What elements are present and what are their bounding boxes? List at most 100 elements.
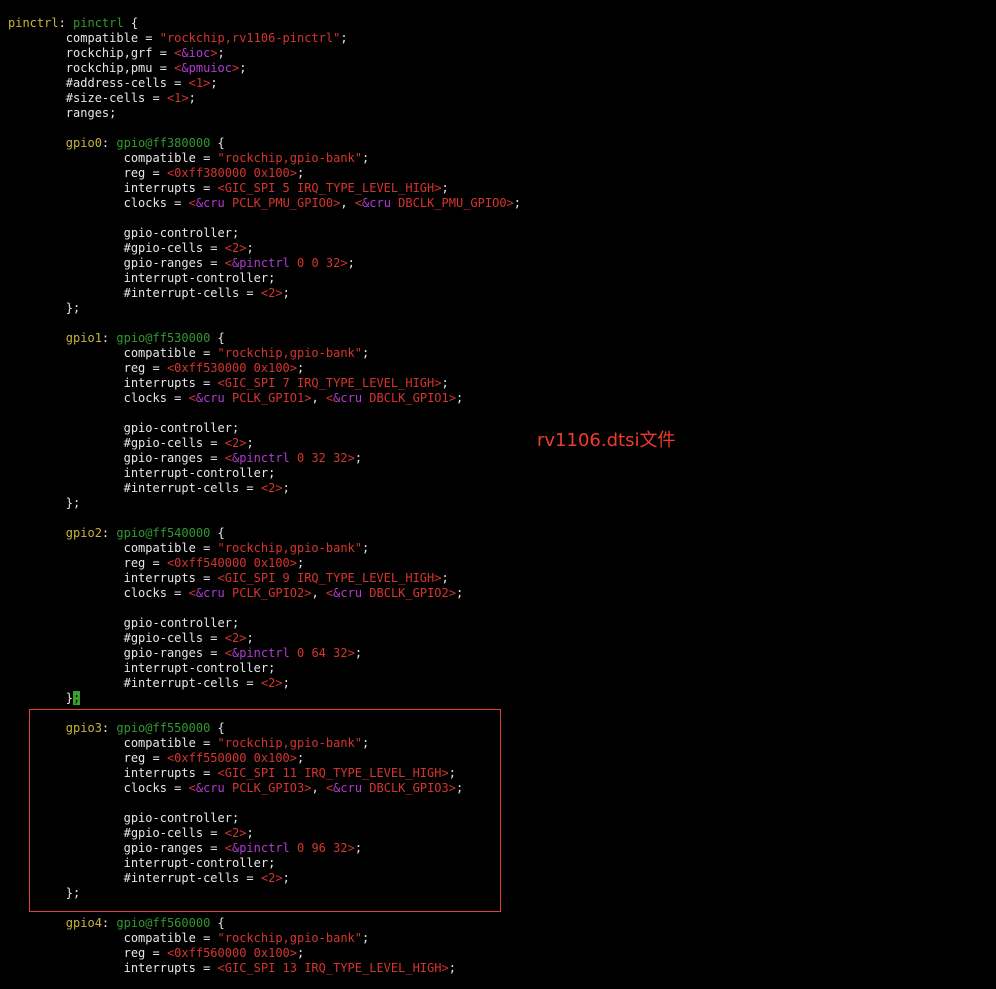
code-token-default: interrupt-controller; xyxy=(8,466,276,480)
code-token-ref: &cru xyxy=(195,391,225,405)
code-token-default: ; xyxy=(297,166,305,180)
code-token-default: ; xyxy=(441,376,449,390)
code-line: pinctrl: pinctrl { xyxy=(8,16,521,31)
code-token-number: < xyxy=(224,646,232,660)
code-line: gpio-ranges = <&pinctrl 0 64 32>; xyxy=(8,646,521,661)
code-token-nodename: gpio@ff540000 xyxy=(116,526,211,540)
code-line: rockchip,pmu = <&pmuioc>; xyxy=(8,61,521,76)
code-token-label: gpio1 xyxy=(65,331,102,345)
code-token-number: 0 0 32> xyxy=(289,256,348,270)
code-line: }; xyxy=(8,496,521,511)
code-token-nodename: pinctrl xyxy=(73,16,124,30)
code-token-default: gpio-controller; xyxy=(8,421,240,435)
code-token-ref: &pinctrl xyxy=(231,646,290,660)
code-token-default: compatible = xyxy=(8,31,160,45)
code-line: gpio-controller; xyxy=(8,421,521,436)
code-token-default: , xyxy=(340,196,355,210)
code-token-number: PCLK_GPIO2> xyxy=(224,586,312,600)
code-line: interrupts = <GIC_SPI 7 IRQ_TYPE_LEVEL_H… xyxy=(8,376,521,391)
code-line: #gpio-cells = <2>; xyxy=(8,436,521,451)
code-token-default: ; xyxy=(210,76,218,90)
code-token-default: compatible = xyxy=(8,931,218,945)
code-token-number: < xyxy=(354,196,363,210)
code-token-default: ; xyxy=(441,571,449,585)
code-token-default: rockchip,pmu = xyxy=(8,61,175,75)
code-token-default: #size-cells = xyxy=(8,91,167,105)
code-token-ref: &cru xyxy=(333,391,363,405)
code-line: compatible = "rockchip,gpio-bank"; xyxy=(8,931,521,946)
code-token-nodename: gpio@ff530000 xyxy=(116,331,211,345)
code-token-number: PCLK_GPIO1> xyxy=(224,391,312,405)
code-token-default: } xyxy=(8,691,74,705)
code-token-default: }; xyxy=(8,301,81,315)
code-token-number: <2> xyxy=(224,631,247,645)
code-token-default: reg = xyxy=(8,361,167,375)
code-token-string: "rockchip,gpio-bank" xyxy=(217,151,363,165)
code-token-ref: &pinctrl xyxy=(231,451,290,465)
code-token-default: ; xyxy=(282,286,290,300)
code-token-default: { xyxy=(210,916,225,930)
code-token-default: ; xyxy=(354,451,363,465)
code-token-ref: &pmuioc xyxy=(181,61,232,75)
code-line: clocks = <&cru PCLK_PMU_GPIO0>, <&cru DB… xyxy=(8,196,521,211)
code-token-default: ; xyxy=(246,631,254,645)
code-token-number: <GIC_SPI 5 IRQ_TYPE_LEVEL_HIGH> xyxy=(217,181,442,195)
code-token-number: < xyxy=(188,391,196,405)
code-token-nodename: gpio@ff380000 xyxy=(116,136,211,150)
code-token-default: ; xyxy=(246,241,254,255)
code-line: gpio4: gpio@ff560000 { xyxy=(8,916,521,931)
code-token-number: DBCLK_GPIO2> xyxy=(362,586,456,600)
code-token-default: interrupts = xyxy=(8,181,218,195)
code-token-default: ; xyxy=(362,541,370,555)
code-line: gpio2: gpio@ff540000 { xyxy=(8,526,521,541)
code-token-default: }; xyxy=(8,496,81,510)
code-token-string: "rockchip,gpio-bank" xyxy=(217,931,363,945)
code-line: #interrupt-cells = <2>; xyxy=(8,481,521,496)
code-token-default: ; xyxy=(188,91,196,105)
code-token-default: ; xyxy=(513,196,522,210)
code-token-number: <2> xyxy=(224,241,247,255)
code-token-label: gpio0 xyxy=(65,136,102,150)
code-token-nodename: gpio@ff560000 xyxy=(116,916,211,930)
code-line: compatible = "rockchip,rv1106-pinctrl"; xyxy=(8,31,521,46)
text-cursor: ; xyxy=(73,691,81,705)
code-token-default: rockchip,grf = xyxy=(8,46,175,60)
code-token-default: interrupts = xyxy=(8,961,218,975)
code-token-number: 0 32 32> xyxy=(289,451,355,465)
code-token-default: ; xyxy=(282,676,290,690)
gpio3-highlight-box xyxy=(29,709,501,912)
code-line: compatible = "rockchip,gpio-bank"; xyxy=(8,151,521,166)
code-token-default: ; xyxy=(282,481,290,495)
code-token-default xyxy=(8,331,66,345)
code-token-ref: &ioc xyxy=(181,46,211,60)
code-token-number: <1> xyxy=(166,91,189,105)
code-token-number: <GIC_SPI 7 IRQ_TYPE_LEVEL_HIGH> xyxy=(217,376,442,390)
code-token-ref: &cru xyxy=(333,586,363,600)
code-token-default: ; xyxy=(239,61,247,75)
code-line: gpio-ranges = <&pinctrl 0 0 32>; xyxy=(8,256,521,271)
code-token-number: > xyxy=(210,46,218,60)
code-token-default: clocks = xyxy=(8,196,189,210)
code-token-default: ; xyxy=(297,361,305,375)
code-token-default: ; xyxy=(297,946,305,960)
code-token-default: { xyxy=(123,16,139,30)
code-token-number: <2> xyxy=(260,286,283,300)
code-line: #interrupt-cells = <2>; xyxy=(8,286,521,301)
code-line: }; xyxy=(8,301,521,316)
code-token-ref: &pinctrl xyxy=(231,256,290,270)
code-line: reg = <0xff380000 0x100>; xyxy=(8,166,521,181)
code-token-default: , xyxy=(311,391,326,405)
code-token-default: interrupts = xyxy=(8,376,218,390)
code-token-number: DBCLK_PMU_GPIO0> xyxy=(390,196,514,210)
code-token-default: reg = xyxy=(8,166,167,180)
code-token-number: < xyxy=(224,451,232,465)
code-line: #size-cells = <1>; xyxy=(8,91,521,106)
code-token-default: : xyxy=(58,16,74,30)
code-token-default: { xyxy=(210,136,225,150)
code-token-number: DBCLK_GPIO1> xyxy=(362,391,456,405)
code-token-default: ; xyxy=(441,181,449,195)
